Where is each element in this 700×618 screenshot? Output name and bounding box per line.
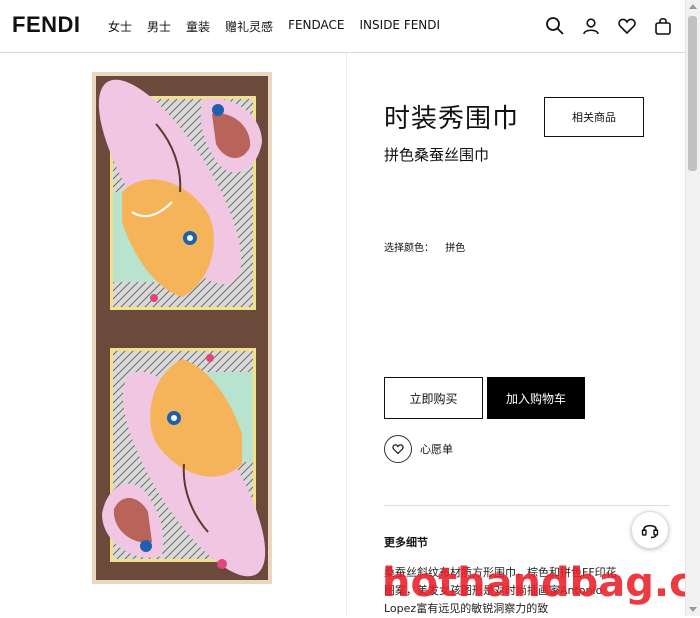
buy-now-button[interactable]: 立即购买 bbox=[384, 377, 483, 419]
section-divider bbox=[384, 505, 670, 506]
color-label: 选择颜色： bbox=[384, 243, 434, 254]
nav-item-fendace[interactable]: FENDACE bbox=[288, 18, 344, 35]
heart-icon[interactable] bbox=[616, 15, 638, 37]
product-title: 时装秀围巾 bbox=[384, 104, 520, 134]
product-image-scarf[interactable] bbox=[92, 72, 272, 584]
related-products-button[interactable]: 相关商品 bbox=[544, 97, 644, 137]
fendi-logo[interactable]: FENDI bbox=[12, 12, 81, 38]
scrollbar-thumb[interactable] bbox=[688, 16, 697, 171]
nav-item-kids[interactable]: 童装 bbox=[186, 18, 210, 35]
account-icon[interactable] bbox=[580, 15, 602, 37]
scroll-up-arrow-icon[interactable] bbox=[689, 4, 697, 9]
product-subtitle: 拼色桑蚕丝围巾 bbox=[384, 146, 490, 164]
wishlist-button[interactable]: 心愿单 bbox=[384, 435, 453, 463]
header-icons bbox=[530, 15, 674, 37]
page-scrollbar[interactable] bbox=[685, 0, 700, 616]
search-icon[interactable] bbox=[544, 15, 566, 37]
color-selector[interactable]: 选择颜色： 拼色 bbox=[384, 239, 465, 254]
nav-item-women[interactable]: 女士 bbox=[108, 18, 132, 35]
scroll-down-arrow-icon[interactable] bbox=[689, 607, 697, 612]
nav-item-gifts[interactable]: 赠礼灵感 bbox=[225, 18, 273, 35]
color-value[interactable]: 拼色 bbox=[445, 243, 465, 254]
add-to-cart-button[interactable]: 加入购物车 bbox=[487, 377, 585, 419]
shopping-bag-icon[interactable] bbox=[652, 15, 674, 37]
wishlist-label: 心愿单 bbox=[420, 443, 453, 456]
watermark-text: hothandbag.cn bbox=[382, 560, 700, 606]
nav-item-men[interactable]: 男士 bbox=[147, 18, 171, 35]
site-header: FENDI 女士 男士 童装 赠礼灵感 FENDACE INSIDE FENDI bbox=[0, 0, 686, 53]
more-details-heading[interactable]: 更多细节 bbox=[384, 534, 428, 550]
nav-item-inside-fendi[interactable]: INSIDE FENDI bbox=[360, 18, 441, 35]
headset-icon bbox=[641, 524, 659, 539]
wishlist-heart-icon[interactable] bbox=[384, 435, 412, 463]
main-nav: 女士 男士 童装 赠礼灵感 FENDACE INSIDE FENDI bbox=[108, 18, 455, 35]
customer-service-button[interactable] bbox=[631, 511, 669, 549]
